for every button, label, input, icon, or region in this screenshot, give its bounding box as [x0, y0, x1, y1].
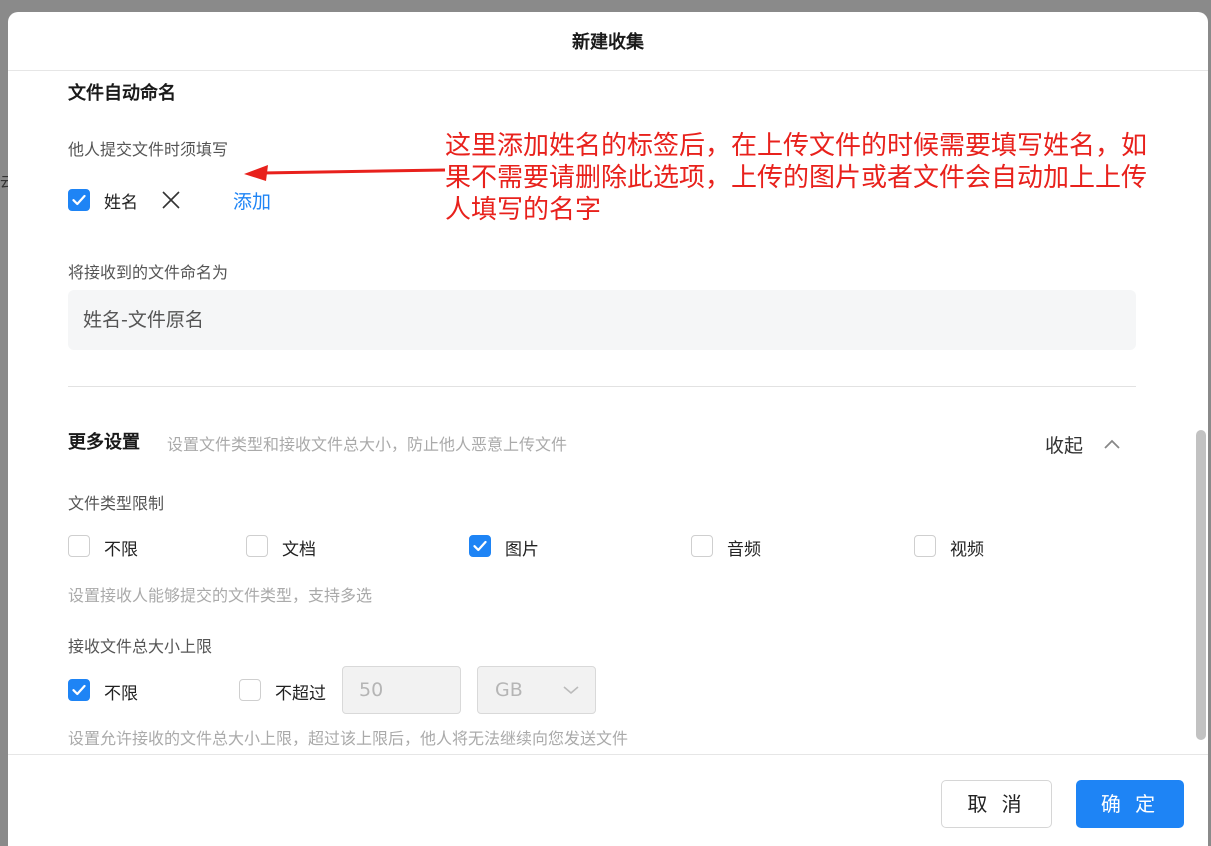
check-icon	[72, 684, 86, 696]
cancel-button[interactable]: 取 消	[941, 780, 1052, 828]
file-type-audio-checkbox[interactable]	[691, 535, 713, 557]
file-type-any-checkbox[interactable]	[68, 535, 90, 557]
new-collection-dialog: 新建收集 文件自动命名 他人提交文件时须填写 姓名 添加 将接收到的文件命名为 …	[8, 12, 1208, 846]
file-type-video-checkbox[interactable]	[914, 535, 936, 557]
file-type-image-checkbox[interactable]	[469, 535, 491, 557]
size-unit-value: GB	[495, 679, 523, 701]
size-limit-hint: 设置允许接收的文件总大小上限，超过该上限后，他人将无法继续向您发送文件	[68, 729, 629, 748]
naming-section-title: 文件自动命名	[68, 83, 176, 104]
dialog-footer: 取 消 确 定	[8, 754, 1208, 846]
check-icon	[72, 194, 86, 206]
file-type-document-label: 文档	[282, 540, 316, 560]
size-unlimited-label: 不限	[104, 684, 138, 704]
size-value-input[interactable]: 50	[342, 666, 461, 714]
file-type-document-checkbox[interactable]	[246, 535, 268, 557]
file-type-video-label: 视频	[950, 540, 984, 560]
rename-label: 将接收到的文件命名为	[68, 263, 229, 282]
check-icon	[473, 540, 487, 552]
add-tag-link[interactable]: 添加	[233, 187, 271, 214]
rename-pattern-field[interactable]: 姓名-文件原名	[68, 290, 1136, 350]
more-settings-title: 更多设置	[68, 432, 140, 453]
chevron-down-icon	[563, 686, 579, 695]
size-limit-label: 接收文件总大小上限	[68, 637, 213, 656]
size-max-label: 不超过	[275, 684, 326, 704]
name-tag-checkbox[interactable]	[68, 189, 90, 211]
scrollbar-thumb[interactable]	[1196, 430, 1206, 740]
remove-tag-icon[interactable]	[161, 190, 181, 210]
confirm-button[interactable]: 确 定	[1076, 780, 1184, 828]
annotation-arrow	[244, 165, 446, 181]
more-settings-subtitle: 设置文件类型和接收文件总大小，防止他人恶意上传文件	[167, 435, 568, 454]
collapse-label: 收起	[1045, 435, 1084, 457]
size-unlimited-checkbox[interactable]	[68, 679, 90, 701]
required-fields-label: 他人提交文件时须填写	[68, 140, 229, 159]
file-type-any-label: 不限	[104, 540, 138, 560]
dialog-title: 新建收集	[8, 12, 1208, 71]
name-tag-label: 姓名	[104, 193, 138, 213]
file-type-hint: 设置接收人能够提交的文件类型，支持多选	[68, 586, 373, 605]
file-type-image-label: 图片	[505, 540, 539, 560]
size-max-checkbox[interactable]	[239, 679, 261, 701]
annotation-note: 这里添加姓名的标签后，在上传文件的时候需要填写姓名，如果不需要请删除此选项，上传…	[445, 131, 1148, 225]
collapse-button[interactable]: 收起	[1045, 431, 1121, 458]
file-type-label: 文件类型限制	[68, 494, 165, 513]
size-unit-select[interactable]: GB	[477, 666, 596, 714]
chevron-up-icon	[1104, 439, 1120, 449]
section-divider	[68, 386, 1136, 387]
file-type-audio-label: 音频	[727, 540, 761, 560]
